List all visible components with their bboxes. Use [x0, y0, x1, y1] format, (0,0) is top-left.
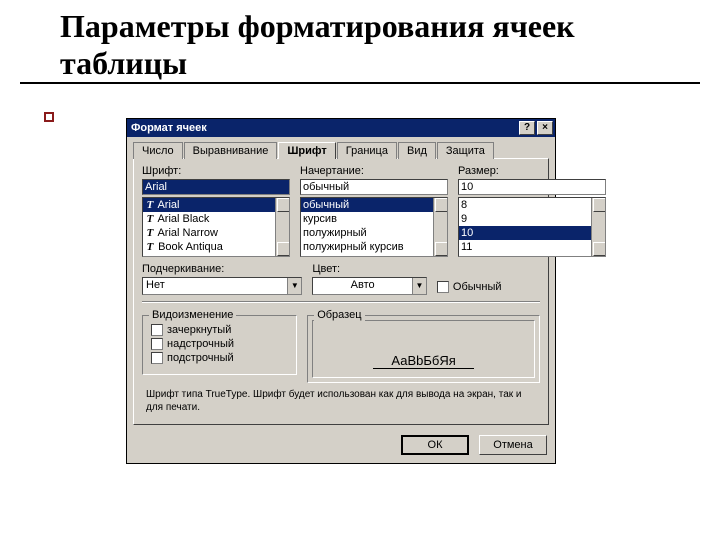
strike-checkbox[interactable]: зачеркнутый [151, 324, 288, 336]
close-button[interactable]: × [537, 121, 553, 135]
tab-protection[interactable]: Защита [437, 142, 494, 159]
chevron-down-icon: ▼ [287, 278, 301, 294]
scrollbar[interactable] [433, 198, 447, 256]
list-item: T Book Antiqua [143, 240, 289, 254]
style-input[interactable] [300, 179, 448, 195]
scrollbar[interactable] [275, 198, 289, 256]
effects-legend: Видоизменение [149, 309, 236, 321]
size-label: Размер: [458, 165, 606, 177]
list-item: T Arial [143, 198, 289, 212]
style-listbox[interactable]: обычный курсив полужирный полужирный кур… [300, 197, 448, 257]
underline-label: Подчеркивание: [142, 263, 302, 275]
sample-text: АаBbБбЯя [373, 353, 473, 369]
list-item: 9 [459, 212, 605, 226]
cancel-button[interactable]: Отмена [479, 435, 547, 455]
dialog-title: Формат ячеек [131, 122, 207, 134]
help-button[interactable]: ? [519, 121, 535, 135]
tab-strip: Число Выравнивание Шрифт Граница Вид Защ… [133, 141, 549, 158]
size-input[interactable] [458, 179, 606, 195]
checkbox-icon [151, 352, 163, 364]
slide-title: Параметры форматирования ячеек таблицы [20, 0, 700, 84]
list-item: обычный [301, 198, 447, 212]
format-cells-dialog: Формат ячеек ? × Число Выравнивание Шриф… [126, 118, 556, 464]
sample-legend: Образец [314, 309, 364, 321]
titlebar: Формат ячеек ? × [127, 119, 555, 137]
list-item: 10 [459, 226, 605, 240]
style-label: Начертание: [300, 165, 448, 177]
effects-group: Видоизменение зачеркнутый надстрочный по… [142, 315, 297, 375]
list-item: T Arial Black [143, 212, 289, 226]
list-item: полужирный [301, 226, 447, 240]
list-item: T Arial Narrow [143, 226, 289, 240]
superscript-checkbox[interactable]: надстрочный [151, 338, 288, 350]
tab-panel-font: Шрифт: T Arial T Arial Black T Arial Nar… [133, 158, 549, 425]
checkbox-icon [151, 338, 163, 350]
chevron-down-icon: ▼ [412, 278, 426, 294]
underline-combo[interactable]: Нет ▼ [142, 277, 302, 295]
checkbox-icon [437, 281, 449, 293]
normal-font-checkbox[interactable]: Обычный [437, 281, 540, 293]
checkbox-icon [151, 324, 163, 336]
ok-button[interactable]: ОК [401, 435, 469, 455]
hint-text: Шрифт типа TrueType. Шрифт будет использ… [146, 389, 536, 414]
scrollbar[interactable] [591, 198, 605, 256]
tab-view[interactable]: Вид [398, 142, 436, 159]
list-item: 8 [459, 198, 605, 212]
list-item: 11 [459, 240, 605, 254]
bullet-icon [44, 112, 54, 122]
dialog-buttons: ОК Отмена [127, 431, 555, 463]
tab-border[interactable]: Граница [337, 142, 397, 159]
sample-group: Образец АаBbБбЯя [307, 315, 540, 383]
list-item: полужирный курсив [301, 240, 447, 254]
list-item: курсив [301, 212, 447, 226]
divider [142, 301, 540, 303]
size-listbox[interactable]: 8 9 10 11 [458, 197, 606, 257]
tab-number[interactable]: Число [133, 142, 183, 159]
sample-box: АаBbБбЯя [312, 320, 535, 378]
color-label: Цвет: [312, 263, 427, 275]
font-label: Шрифт: [142, 165, 290, 177]
font-input[interactable] [142, 179, 290, 195]
tab-font[interactable]: Шрифт [278, 142, 335, 159]
tab-alignment[interactable]: Выравнивание [184, 142, 278, 159]
font-listbox[interactable]: T Arial T Arial Black T Arial Narrow T B… [142, 197, 290, 257]
subscript-checkbox[interactable]: подстрочный [151, 352, 288, 364]
color-combo[interactable]: Авто ▼ [312, 277, 427, 295]
